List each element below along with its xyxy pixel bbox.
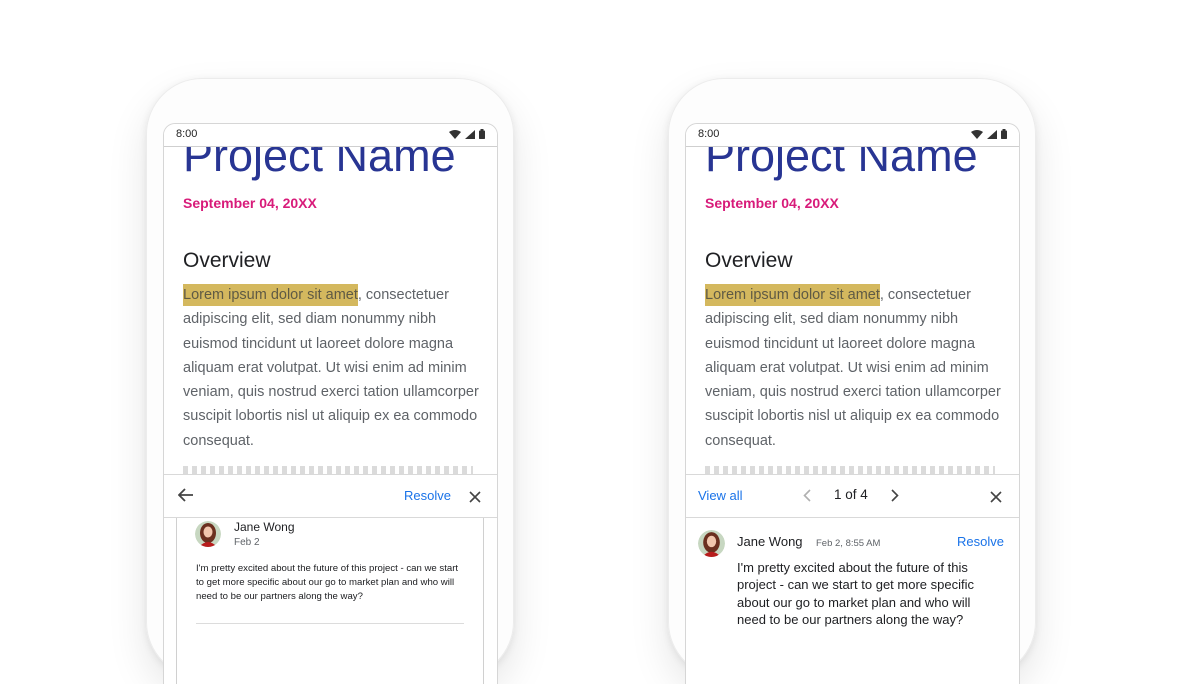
status-time: 8:00	[698, 128, 720, 140]
document-paragraph: Lorem ipsum dolor sit amet, consectetuer…	[183, 283, 483, 453]
comment-date: Feb 2	[234, 537, 260, 548]
back-button[interactable]	[177, 488, 194, 507]
comment-text: I'm pretty excited about the future of t…	[196, 563, 459, 602]
divider	[196, 623, 464, 624]
status-time: 8:00	[176, 128, 198, 140]
commented-highlight[interactable]: Lorem ipsum dolor sit amet	[705, 284, 880, 306]
comment-card: Jane Wong Feb 2 I'm pretty excited about…	[176, 517, 484, 684]
wifi-icon	[449, 129, 461, 139]
user-avatar-icon	[195, 521, 221, 547]
comment-author: Jane Wong	[737, 534, 803, 549]
close-icon	[990, 491, 1002, 503]
status-bar: 8:00	[164, 124, 497, 147]
comment-date: Feb 2, 8:55 AM	[816, 538, 881, 549]
battery-icon	[1001, 129, 1007, 139]
commented-highlight[interactable]: Lorem ipsum dolor sit amet	[183, 284, 358, 306]
phone-screen: 8:00 Project Name September 04, 20XX Ove…	[685, 123, 1020, 684]
arrow-back-icon	[177, 488, 193, 502]
resolve-button[interactable]: Resolve	[957, 534, 1004, 549]
close-button[interactable]	[990, 490, 1002, 508]
status-bar: 8:00	[686, 124, 1019, 147]
comment-author: Jane Wong	[234, 520, 295, 534]
comment-counter: 1 of 4	[834, 487, 868, 502]
section-heading: Overview	[183, 249, 271, 272]
system-icons	[449, 129, 485, 139]
phone-right: 8:00 Project Name September 04, 20XX Ove…	[668, 78, 1036, 684]
resolve-button[interactable]: Resolve	[404, 488, 451, 503]
comment-text: I'm pretty excited about the future of t…	[737, 560, 974, 627]
phone-left: 8:00 Project Name September 04, 20XX Ove…	[146, 78, 514, 684]
signal-icon	[465, 129, 475, 139]
avatar	[195, 521, 221, 547]
paragraph-text: , consectetuer adipiscing elit, sed diam…	[183, 287, 479, 449]
next-comment-button[interactable]	[891, 489, 899, 507]
document-content: Project Name September 04, 20XX Overview…	[164, 146, 497, 476]
document-title: Project Name	[705, 146, 978, 181]
chevron-right-icon	[891, 489, 899, 502]
paragraph-text: , consectetuer adipiscing elit, sed diam…	[705, 287, 1001, 449]
phone-screen: 8:00 Project Name September 04, 20XX Ove…	[163, 123, 498, 684]
battery-icon	[479, 129, 485, 139]
document-title: Project Name	[183, 146, 456, 181]
view-all-button[interactable]: View all	[698, 488, 743, 503]
previous-comment-button[interactable]	[803, 489, 811, 507]
document-date: September 04, 20XX	[705, 195, 839, 211]
system-icons	[971, 129, 1007, 139]
wifi-icon	[971, 129, 983, 139]
comment-toolbar: View all 1 of 4	[686, 474, 1019, 518]
user-avatar-icon	[698, 530, 725, 557]
comment-toolbar: Resolve	[164, 474, 497, 518]
section-heading: Overview	[705, 249, 793, 272]
close-icon	[469, 491, 481, 503]
chevron-left-icon	[803, 489, 811, 502]
document-paragraph: Lorem ipsum dolor sit amet, consectetuer…	[705, 283, 1005, 453]
close-button[interactable]	[469, 490, 481, 508]
signal-icon	[987, 129, 997, 139]
document-date: September 04, 20XX	[183, 195, 317, 211]
avatar	[698, 530, 725, 557]
document-content: Project Name September 04, 20XX Overview…	[686, 146, 1019, 476]
